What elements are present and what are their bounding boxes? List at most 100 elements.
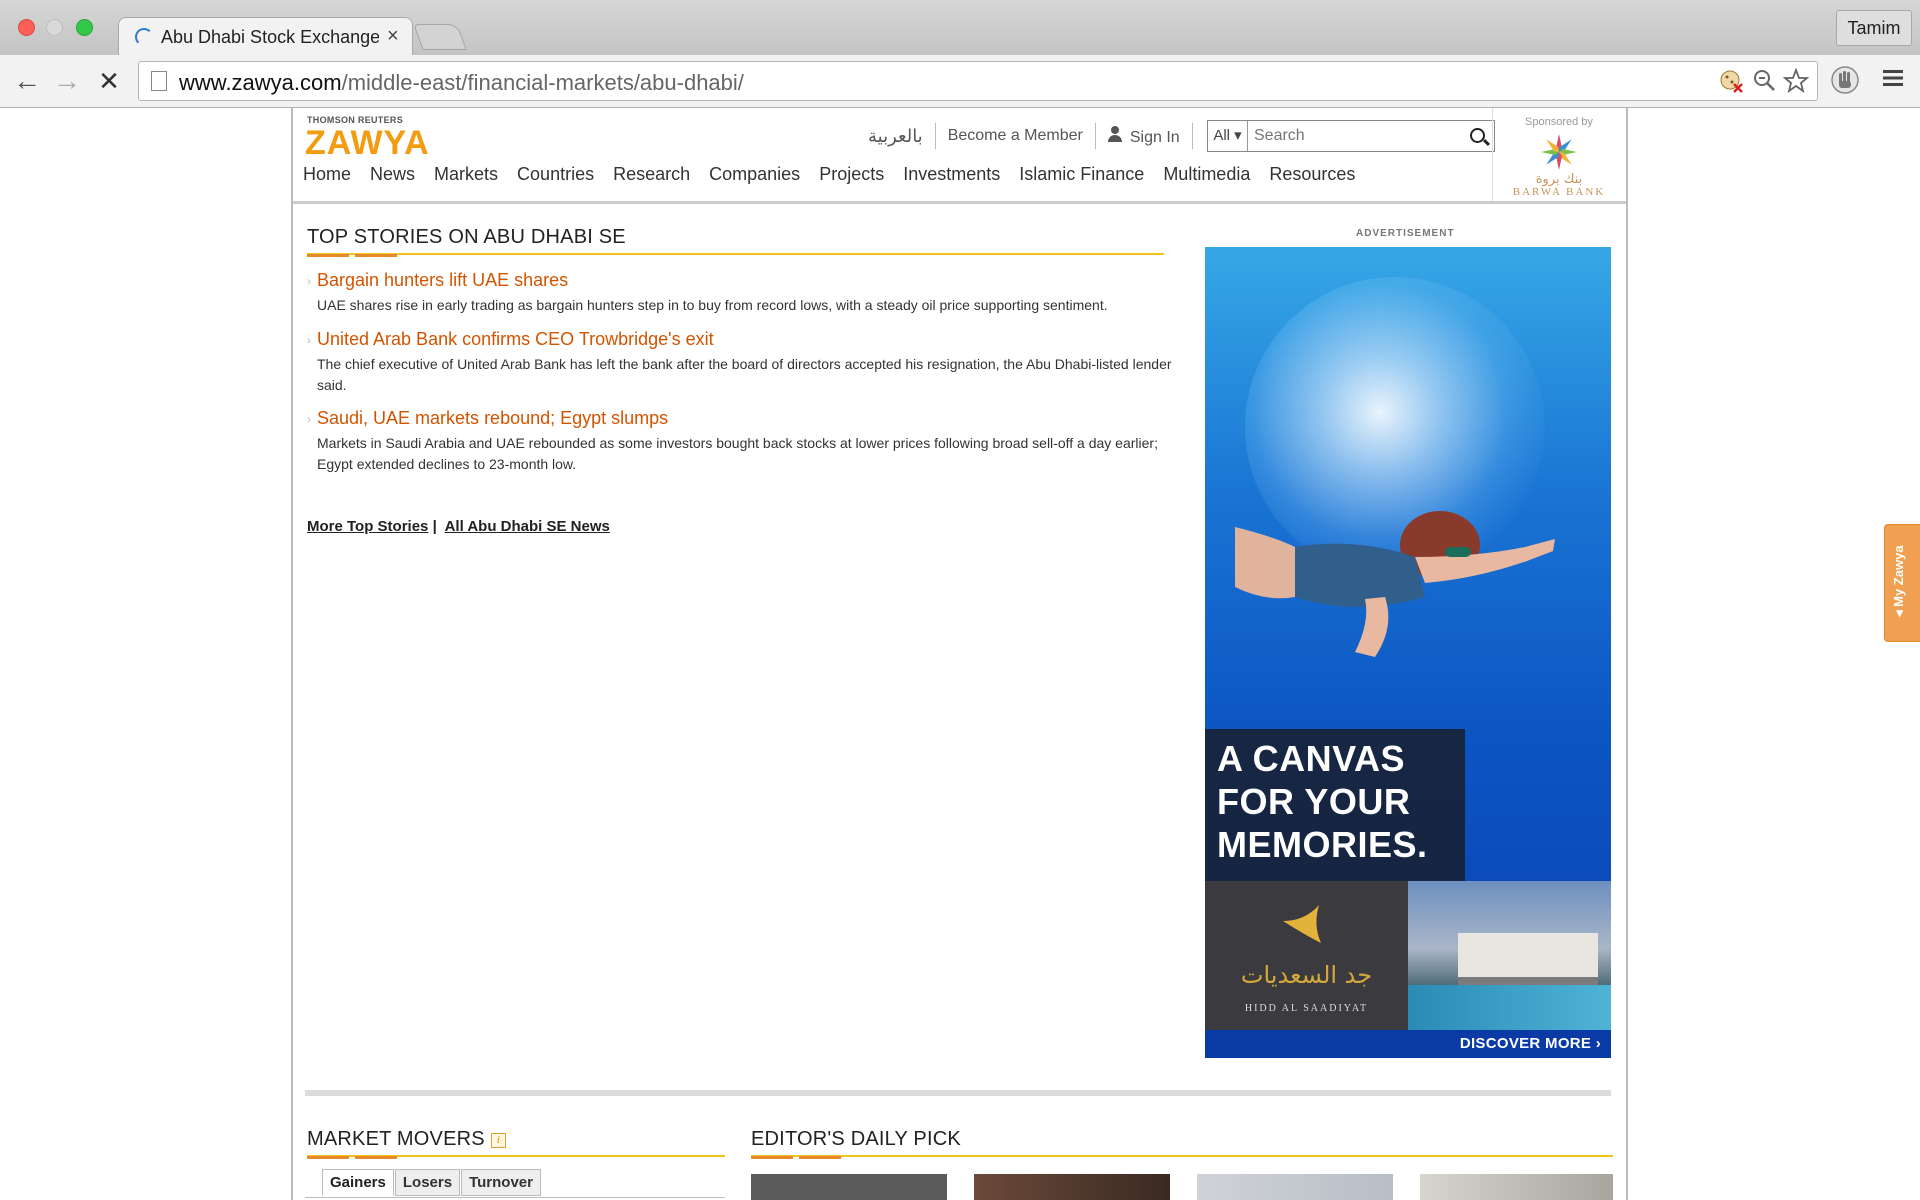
profile-button[interactable]: Tamim <box>1836 10 1912 46</box>
sign-in-link[interactable]: Sign In <box>1107 125 1180 147</box>
zawya-logo[interactable]: ZAWYA <box>305 124 430 163</box>
bullet-icon: › <box>307 412 311 426</box>
divider <box>1094 123 1096 149</box>
my-zawya-tab[interactable]: ◂ My Zawya <box>1884 524 1920 642</box>
nav-item-markets[interactable]: Markets <box>434 164 498 185</box>
more-top-stories-link[interactable]: More Top Stories <box>307 518 428 535</box>
nav-item-home[interactable]: Home <box>303 164 351 185</box>
sponsor-name-arabic: بنك بروة <box>1535 172 1583 187</box>
ad-swimmer-image <box>1235 511 1555 657</box>
nav-item-investments[interactable]: Investments <box>903 164 1000 185</box>
bullet-icon: › <box>307 274 311 288</box>
tab-close-button[interactable]: × <box>387 25 399 48</box>
extension-hand-icon[interactable] <box>1828 65 1862 99</box>
pool-shape <box>1408 985 1611 1030</box>
nav-item-projects[interactable]: Projects <box>819 164 884 185</box>
divider <box>1191 123 1193 149</box>
site-search: All ▾ <box>1207 120 1495 152</box>
story-summary: UAE shares rise in early trading as barg… <box>317 297 1108 313</box>
new-tab-button[interactable] <box>413 24 467 50</box>
story-summary: The chief executive of United Arab Bank … <box>317 356 1172 393</box>
forward-button[interactable]: → <box>50 65 84 99</box>
heading-accent <box>355 254 397 257</box>
heading-accent <box>751 1156 793 1159</box>
tab-gainers[interactable]: Gainers <box>322 1169 394 1196</box>
header-links: بالعربية Become a Member Sign In <box>868 120 1205 152</box>
blocked-cookies-icon[interactable] <box>1717 68 1745 96</box>
bookmark-star-icon[interactable] <box>1782 67 1810 96</box>
nav-item-islamic-finance[interactable]: Islamic Finance <box>1019 164 1144 185</box>
ad-headline-line: MEMORIES. <box>1217 824 1428 865</box>
maximize-window-button[interactable] <box>76 19 93 36</box>
search-icon[interactable] <box>1464 121 1494 151</box>
editors-pick-heading: EDITOR'S DAILY PICK <box>751 1128 961 1150</box>
site-header: THOMSON REUTERS ZAWYA بالعربية Become a … <box>293 108 1626 204</box>
story-headline[interactable]: Saudi, UAE markets rebound; Egypt slumps <box>317 408 1187 429</box>
browser-tab-active[interactable]: Abu Dhabi Stock Exchange × <box>118 17 413 55</box>
address-bar[interactable]: www.zawya.com/middle-east/financial-mark… <box>138 61 1818 101</box>
heading-underline <box>307 253 1164 255</box>
nav-item-companies[interactable]: Companies <box>709 164 800 185</box>
sponsor-name: BARWA BANK <box>1512 186 1606 198</box>
nav-item-resources[interactable]: Resources <box>1269 164 1355 185</box>
menu-icon[interactable] <box>1876 65 1910 99</box>
heading-underline <box>751 1155 1613 1157</box>
story-headline[interactable]: Bargain hunters lift UAE shares <box>317 270 1187 291</box>
main-navigation: Home News Markets Countries Research Com… <box>303 164 1374 185</box>
info-icon[interactable]: i <box>490 1133 506 1148</box>
browser-tabstrip: Abu Dhabi Stock Exchange × Tamim <box>0 0 1920 55</box>
heading-accent <box>355 1156 397 1159</box>
bullet-icon: › <box>307 333 311 347</box>
ad-headline-line: A CANVAS <box>1217 738 1406 779</box>
story-item: › Saudi, UAE markets rebound; Egypt slum… <box>307 408 1187 475</box>
editors-pick-thumbnail[interactable] <box>751 1174 947 1200</box>
editors-pick-thumbnail[interactable] <box>1197 1174 1393 1200</box>
sponsor-label: Sponsored by <box>1525 116 1593 128</box>
editors-pick-thumbnail[interactable] <box>974 1174 1170 1200</box>
villa-shape <box>1458 933 1598 985</box>
page-container: THOMSON REUTERS ZAWYA بالعربية Become a … <box>291 108 1628 1200</box>
advertisement-banner[interactable]: A CANVAS FOR YOUR MEMORIES. جد السعديات … <box>1205 247 1611 1058</box>
hidd-al-saadiyat-logo-icon <box>1283 905 1321 943</box>
barwa-bank-logo-icon <box>1541 134 1577 170</box>
tab-losers[interactable]: Losers <box>394 1169 461 1196</box>
story-summary: Markets in Saudi Arabia and UAE rebounde… <box>317 435 1158 472</box>
page-icon <box>151 71 167 91</box>
nav-item-countries[interactable]: Countries <box>517 164 594 185</box>
tab-title: Abu Dhabi Stock Exchange <box>161 27 379 47</box>
stop-loading-button[interactable]: ✕ <box>92 65 126 99</box>
story-item: › Bargain hunters lift UAE shares UAE sh… <box>307 270 1187 316</box>
back-button[interactable]: ← <box>10 65 44 99</box>
ad-headline-line: FOR YOUR <box>1217 781 1411 822</box>
market-movers-heading: MARKET MOVERS i <box>307 1128 506 1151</box>
story-headline[interactable]: United Arab Bank confirms CEO Trowbridge… <box>317 329 1187 350</box>
ad-headline-box: A CANVAS FOR YOUR MEMORIES. <box>1205 729 1465 881</box>
link-separator: | <box>432 518 437 535</box>
my-zawya-label: ◂ My Zawya <box>1891 545 1906 617</box>
all-news-link[interactable]: All Abu Dhabi SE News <box>445 518 610 535</box>
close-window-button[interactable] <box>18 19 35 36</box>
zoom-icon[interactable] <box>1750 68 1778 96</box>
more-stories-links: More Top Stories | All Abu Dhabi SE News <box>307 518 610 535</box>
tabs-underline <box>305 1197 725 1198</box>
minimize-window-button[interactable] <box>46 19 63 36</box>
section-divider <box>305 1090 1611 1096</box>
nav-item-research[interactable]: Research <box>613 164 690 185</box>
arabic-link[interactable]: بالعربية <box>868 126 923 147</box>
become-member-link[interactable]: Become a Member <box>948 127 1083 145</box>
divider <box>934 123 936 149</box>
editors-pick-thumbnail[interactable] <box>1420 1174 1613 1200</box>
loading-spinner-icon <box>135 28 153 46</box>
ad-villa-photo <box>1408 881 1611 1030</box>
discover-more-button[interactable]: DISCOVER MORE › <box>1205 1030 1611 1058</box>
nav-item-news[interactable]: News <box>370 164 415 185</box>
tab-turnover[interactable]: Turnover <box>461 1169 541 1196</box>
url-text: www.zawya.com/middle-east/financial-mark… <box>179 70 744 95</box>
sponsor-box[interactable]: Sponsored by بنك بروة BARWA BANK <box>1492 108 1624 201</box>
market-movers-tabs: Gainers Losers Turnover <box>322 1169 542 1196</box>
nav-item-multimedia[interactable]: Multimedia <box>1163 164 1250 185</box>
search-input[interactable] <box>1248 121 1464 151</box>
search-scope-select[interactable]: All ▾ <box>1208 121 1248 151</box>
story-item: › United Arab Bank confirms CEO Trowbrid… <box>307 329 1187 396</box>
ad-brand-name: HIDD AL SAADIYAT <box>1244 1003 1369 1014</box>
